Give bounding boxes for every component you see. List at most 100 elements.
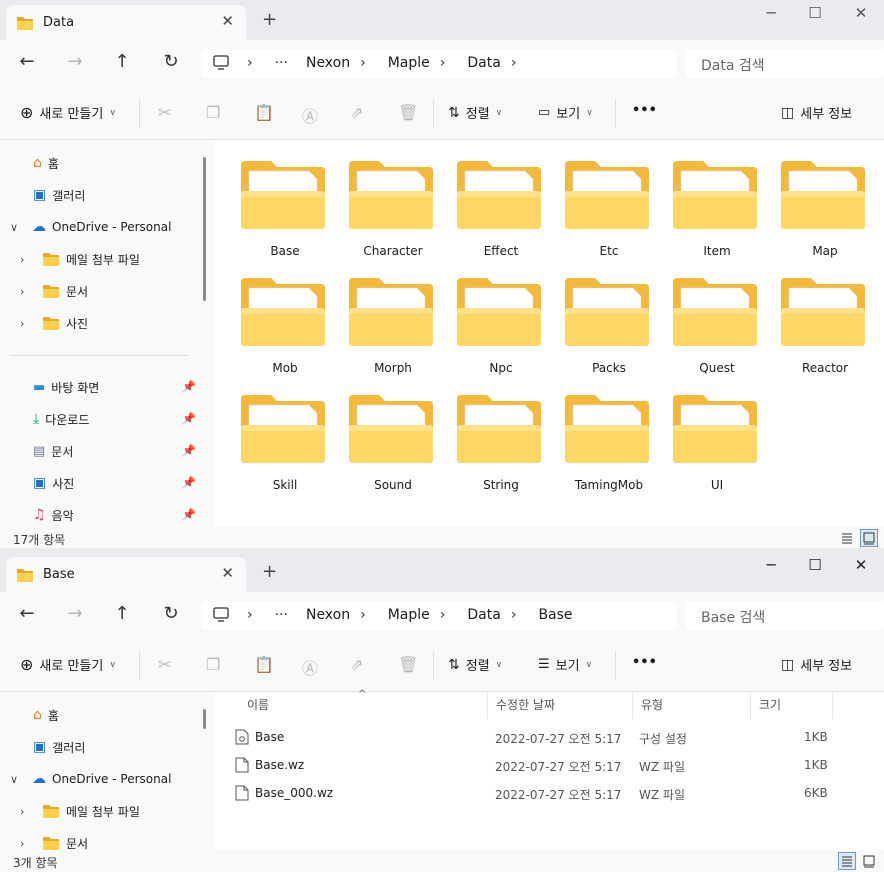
delete-icon[interactable]: 🗑 xyxy=(398,655,418,674)
column-header-size[interactable]: 크기 xyxy=(751,693,833,719)
nav-scrollbar[interactable] xyxy=(203,157,206,301)
new-tab-icon[interactable]: + xyxy=(262,561,277,582)
paste-icon[interactable]: 📋 xyxy=(254,103,274,122)
tab-close-icon[interactable]: ✕ xyxy=(221,564,234,582)
breadcrumb-item[interactable]: Base xyxy=(538,607,572,623)
tab-base[interactable]: Base ✕ xyxy=(6,557,246,592)
new-button[interactable]: ⊕ 새로 만들기 ∨ xyxy=(20,103,116,122)
nav-item-onedrive[interactable]: ∨ ☁ OneDrive - Personal xyxy=(10,213,171,241)
nav-item-photos[interactable]: › 사진 xyxy=(20,309,88,337)
cut-icon[interactable]: ✂ xyxy=(158,103,171,122)
maximize-icon[interactable]: ☐ xyxy=(800,4,830,22)
table-row[interactable]: Base.wz 2022-07-27 오전 5:17 WZ 파일 1KB xyxy=(214,751,884,779)
large-icons-view-icon[interactable] xyxy=(860,852,878,870)
folder-tile[interactable]: Morph xyxy=(340,258,446,375)
search-input[interactable]: Base 검색 xyxy=(685,601,884,630)
new-tab-icon[interactable]: + xyxy=(262,9,277,30)
folder-tile[interactable]: Effect xyxy=(448,141,554,258)
minimize-icon[interactable]: ─ xyxy=(756,4,786,22)
nav-scrollbar[interactable] xyxy=(203,709,206,729)
pin-icon[interactable]: 📌 xyxy=(182,508,196,521)
folder-tile[interactable]: TamingMob xyxy=(556,375,662,492)
column-header-name[interactable]: 이름 xyxy=(239,693,488,719)
more-locations-icon[interactable]: ··· xyxy=(275,607,288,623)
up-icon[interactable]: ↑ xyxy=(110,51,134,75)
breadcrumb-item[interactable]: Data xyxy=(467,607,500,623)
nav-item-mail-attachments[interactable]: › 메일 첨부 파일 xyxy=(20,797,140,825)
table-row[interactable]: Base 2022-07-27 오전 5:17 구성 설정 1KB xyxy=(214,723,884,751)
share-icon[interactable]: ⇗ xyxy=(350,655,363,674)
breadcrumb-item[interactable]: Nexon xyxy=(306,607,350,623)
nav-item-mail-attachments[interactable]: › 메일 첨부 파일 xyxy=(20,245,140,273)
close-window-icon[interactable]: ✕ xyxy=(846,556,876,574)
folder-tile[interactable]: Quest xyxy=(664,258,770,375)
up-icon[interactable]: ↑ xyxy=(110,603,134,627)
tab-data[interactable]: Data ✕ xyxy=(6,5,246,40)
address-bar[interactable]: › ··· Nexon › Maple › Data › Base xyxy=(201,601,677,630)
more-locations-icon[interactable]: ··· xyxy=(275,55,288,71)
nav-item-downloads[interactable]: ⤓ 다운로드 xyxy=(33,405,89,433)
nav-item-documents[interactable]: ▤ 문서 xyxy=(33,437,73,465)
folder-tile[interactable]: Sound xyxy=(340,375,446,492)
nav-item-music[interactable]: ♫ 음악 xyxy=(33,501,74,529)
cut-icon[interactable]: ✂ xyxy=(158,655,171,674)
more-options-icon[interactable]: ••• xyxy=(632,103,657,118)
folder-tile[interactable]: Item xyxy=(664,141,770,258)
share-icon[interactable]: ⇗ xyxy=(350,103,363,122)
more-options-icon[interactable]: ••• xyxy=(632,655,657,670)
pin-icon[interactable]: 📌 xyxy=(182,444,196,457)
large-icons-view-icon[interactable] xyxy=(860,529,878,547)
pin-icon[interactable]: 📌 xyxy=(182,412,196,425)
forward-icon[interactable]: → xyxy=(63,51,87,75)
nav-item-desktop[interactable]: ▬ 바탕 화면 xyxy=(33,373,99,401)
refresh-icon[interactable]: ↻ xyxy=(159,51,183,75)
pin-icon[interactable]: 📌 xyxy=(182,476,196,489)
folder-tile[interactable]: UI xyxy=(664,375,770,492)
copy-icon[interactable]: ❐ xyxy=(206,103,220,122)
folder-tile[interactable]: Base xyxy=(232,141,338,258)
nav-item-gallery[interactable]: ▣ 갤러리 xyxy=(33,733,85,761)
details-view-icon[interactable] xyxy=(838,529,856,547)
address-bar[interactable]: › ··· Nexon › Maple › Data › xyxy=(201,49,677,78)
copy-icon[interactable]: ❐ xyxy=(206,655,220,674)
minimize-icon[interactable]: ─ xyxy=(756,556,786,574)
folder-tile[interactable]: Reactor xyxy=(772,258,878,375)
back-icon[interactable]: ← xyxy=(15,51,39,75)
view-button[interactable]: ☰ 보기 ∨ xyxy=(538,655,592,674)
sort-button[interactable]: ⇅ 정렬 ∨ xyxy=(448,103,502,123)
view-button[interactable]: ▭ 보기 ∨ xyxy=(538,103,593,122)
breadcrumb-item[interactable]: Nexon xyxy=(306,55,350,71)
forward-icon[interactable]: → xyxy=(63,603,87,627)
column-header-type[interactable]: 유형 xyxy=(633,693,751,719)
nav-item-docs[interactable]: › 문서 xyxy=(20,277,88,305)
rename-icon[interactable]: Ⓐ xyxy=(302,103,318,127)
maximize-icon[interactable]: ☐ xyxy=(800,556,830,574)
details-view-icon[interactable] xyxy=(838,852,856,870)
new-button[interactable]: ⊕ 새로 만들기 ∨ xyxy=(20,655,116,674)
nav-item-onedrive[interactable]: ∨ ☁ OneDrive - Personal xyxy=(10,765,171,793)
column-header-modified[interactable]: 수정한 날짜 xyxy=(488,693,633,719)
nav-item-pictures[interactable]: ▣ 사진 xyxy=(33,469,74,497)
breadcrumb-item[interactable]: Maple xyxy=(388,55,430,71)
folder-tile[interactable]: Etc xyxy=(556,141,662,258)
sort-button[interactable]: ⇅ 정렬 ∨ xyxy=(448,655,502,675)
folder-tile[interactable]: Skill xyxy=(232,375,338,492)
details-button[interactable]: ◫ 세부 정보 xyxy=(781,655,852,675)
pin-icon[interactable]: 📌 xyxy=(182,380,196,393)
paste-icon[interactable]: 📋 xyxy=(254,655,274,674)
folder-tile[interactable]: Packs xyxy=(556,258,662,375)
tab-close-icon[interactable]: ✕ xyxy=(221,12,234,30)
nav-item-home[interactable]: ⌂ 홈 xyxy=(33,149,59,177)
folder-tile[interactable]: Mob xyxy=(232,258,338,375)
folder-tile[interactable]: Map xyxy=(772,141,878,258)
breadcrumb-item[interactable]: Data xyxy=(467,55,500,71)
back-icon[interactable]: ← xyxy=(15,603,39,627)
nav-item-home[interactable]: ⌂ 홈 xyxy=(33,701,59,729)
delete-icon[interactable]: 🗑 xyxy=(398,103,418,122)
table-row[interactable]: Base_000.wz 2022-07-27 오전 5:17 WZ 파일 6KB xyxy=(214,779,884,807)
details-button[interactable]: ◫ 세부 정보 xyxy=(781,103,852,123)
folder-tile[interactable]: Npc xyxy=(448,258,554,375)
close-window-icon[interactable]: ✕ xyxy=(846,4,876,22)
folder-tile[interactable]: String xyxy=(448,375,554,492)
rename-icon[interactable]: Ⓐ xyxy=(302,655,318,679)
